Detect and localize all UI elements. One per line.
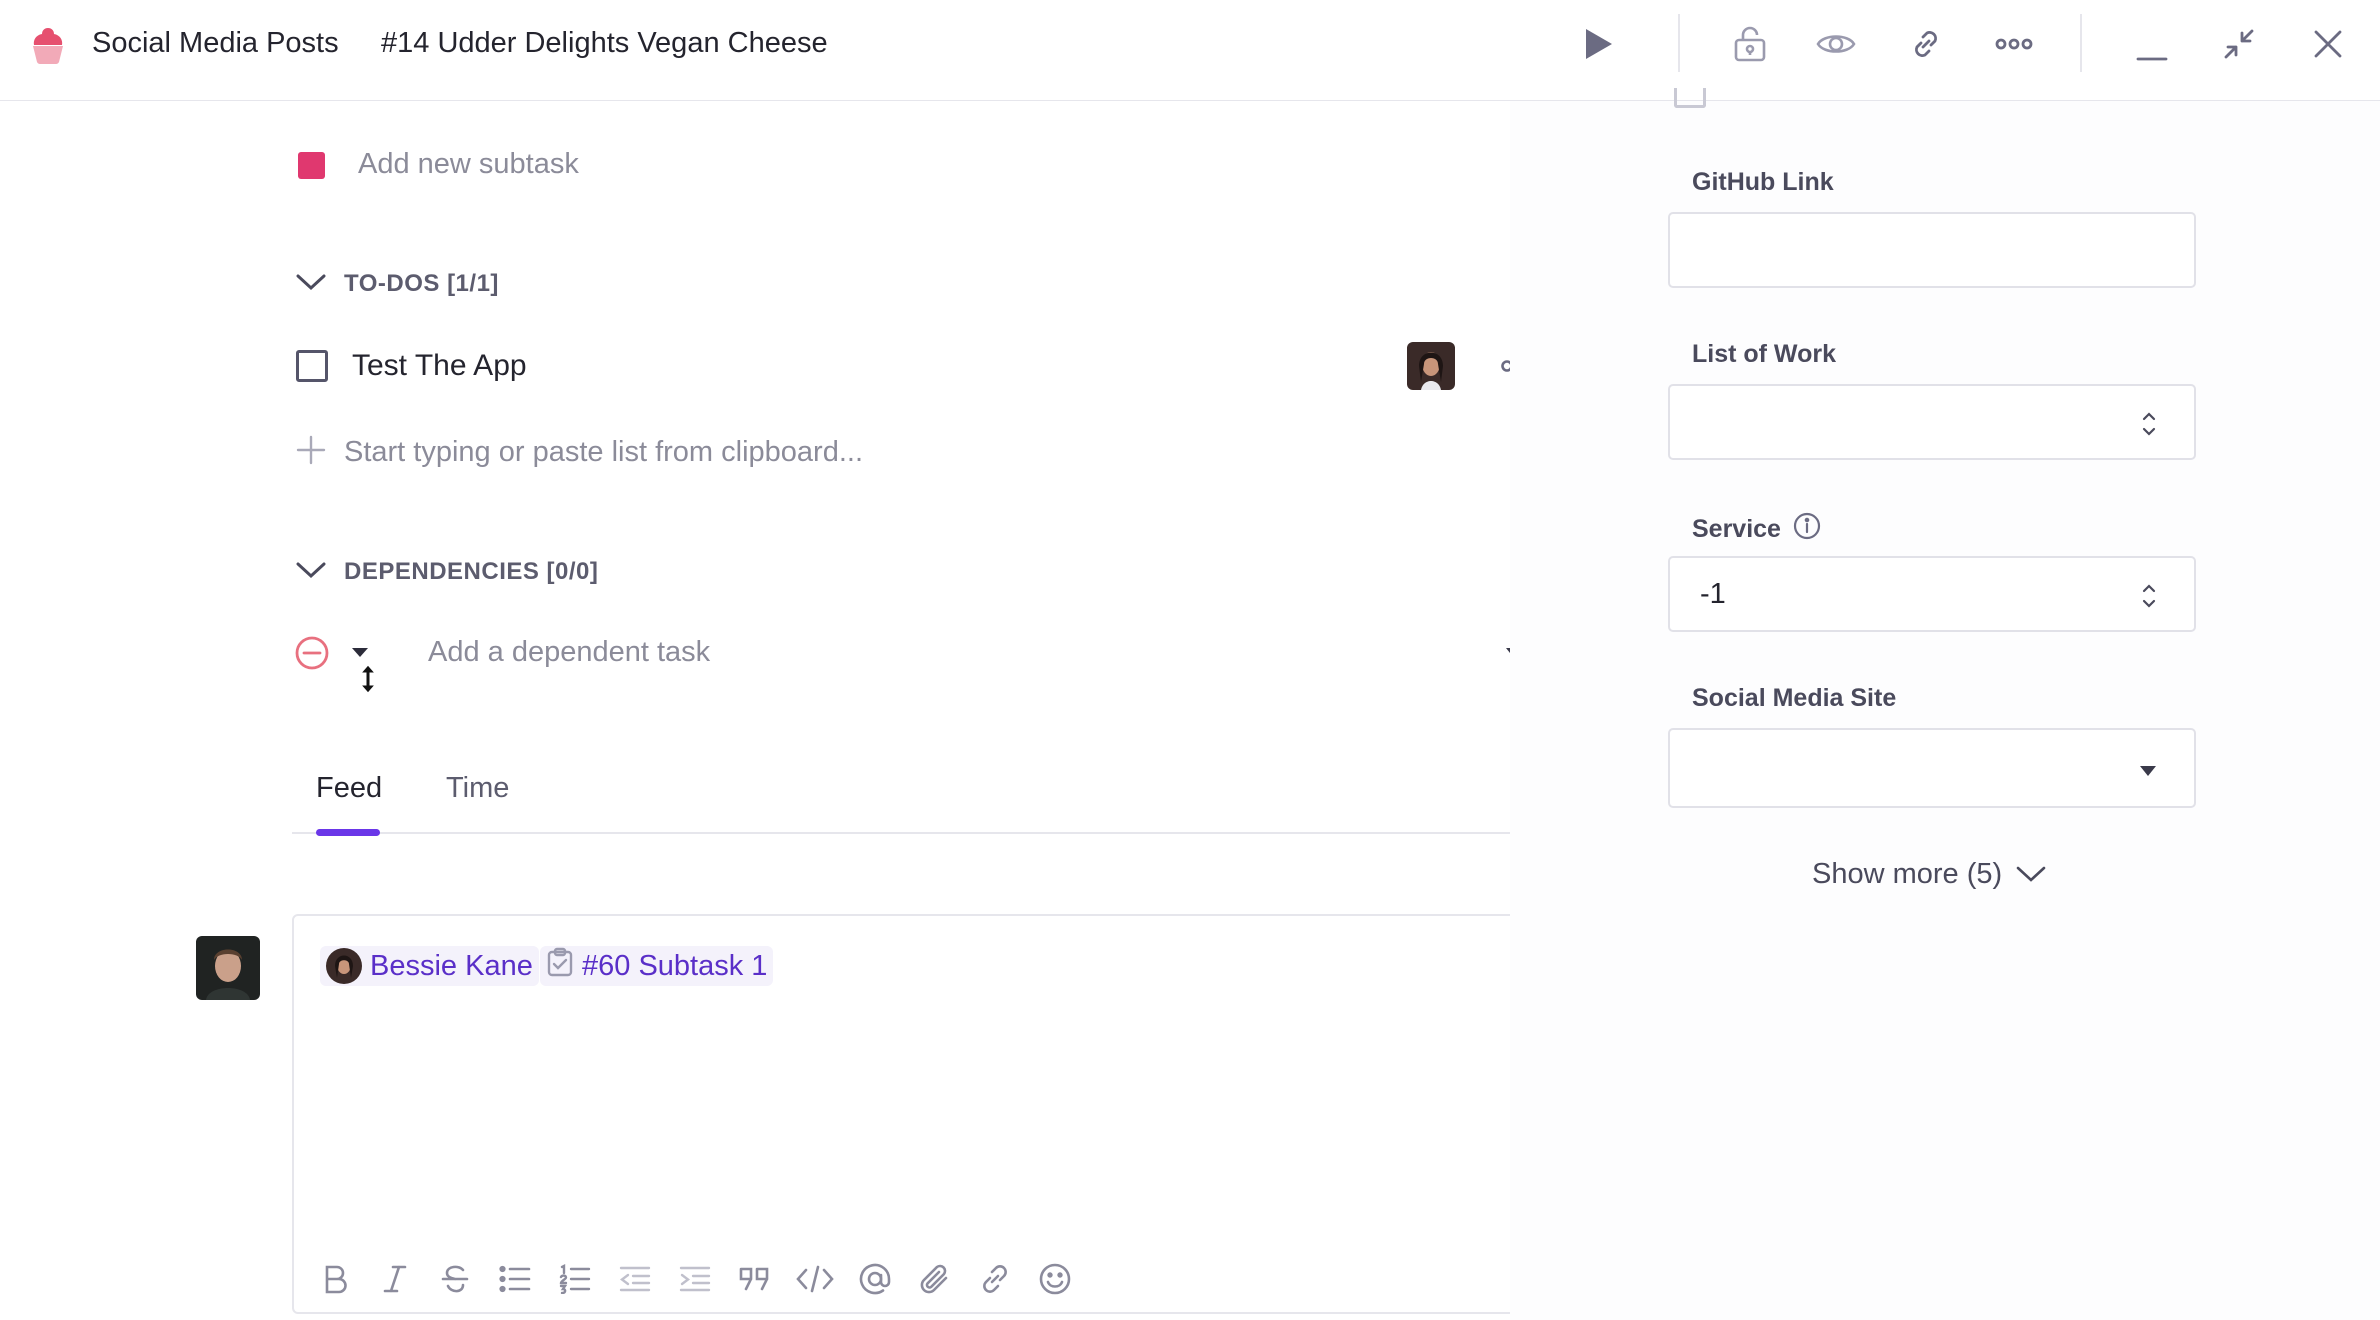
attachment-icon[interactable] xyxy=(916,1260,954,1298)
info-icon[interactable] xyxy=(1793,512,1821,547)
current-user-avatar xyxy=(196,936,260,1000)
todos-section-toggle[interactable]: TO-DOS [1/1] xyxy=(296,270,499,298)
eye-icon[interactable] xyxy=(1812,20,1860,68)
indent-icon[interactable] xyxy=(676,1260,714,1298)
numbered-list-icon[interactable] xyxy=(556,1260,594,1298)
app-logo-icon xyxy=(26,24,70,68)
editor-toolbar xyxy=(316,1260,1074,1298)
dependency-row xyxy=(292,630,1558,710)
mention-icon[interactable] xyxy=(856,1260,894,1298)
outdent-icon[interactable] xyxy=(616,1260,654,1298)
chevron-down-icon xyxy=(2016,858,2046,891)
project-name[interactable]: Social Media Posts xyxy=(92,27,339,60)
plus-icon[interactable] xyxy=(296,435,326,470)
feed-tabs: Feed Time xyxy=(292,768,1556,836)
tab-feed[interactable]: Feed xyxy=(316,772,382,805)
service-input[interactable] xyxy=(1670,558,2194,630)
task-mention[interactable]: #60 Subtask 1 xyxy=(540,946,774,986)
task-header: Social Media Posts #14 Udder Delights Ve… xyxy=(0,0,2380,101)
task-clipboard-icon xyxy=(546,947,574,985)
github-link-label: GitHub Link xyxy=(1692,168,1834,196)
emoji-icon[interactable] xyxy=(1036,1260,1074,1298)
header-divider xyxy=(1678,14,1680,72)
bullet-list-icon[interactable] xyxy=(496,1260,534,1298)
play-icon[interactable] xyxy=(1574,20,1622,68)
code-icon[interactable] xyxy=(796,1260,834,1298)
resize-cursor-icon xyxy=(358,664,378,694)
mention-task-name: #60 Subtask 1 xyxy=(582,949,768,982)
more-icon[interactable] xyxy=(1990,20,2038,68)
lock-icon[interactable] xyxy=(1726,20,1774,68)
user-mention[interactable]: Bessie Kane xyxy=(320,946,539,986)
active-tab-indicator xyxy=(316,829,380,836)
add-todo-input[interactable] xyxy=(344,432,1044,472)
dependent-task-input[interactable] xyxy=(428,632,1328,672)
github-link-input[interactable] xyxy=(1670,214,2194,286)
service-field[interactable] xyxy=(1668,556,2196,632)
todo-text[interactable]: Test The App xyxy=(352,349,527,383)
chevron-down-icon xyxy=(296,273,326,296)
todo-item: Test The App xyxy=(296,342,1558,392)
checkbox-field-partial[interactable] xyxy=(1674,88,1706,108)
chevron-down-icon xyxy=(296,561,326,584)
minimize-icon[interactable] xyxy=(2128,20,2176,68)
subtask-color-marker xyxy=(298,152,325,179)
italic-icon[interactable] xyxy=(376,1260,414,1298)
collapse-icon[interactable] xyxy=(2215,20,2263,68)
add-subtask-input[interactable] xyxy=(358,144,858,184)
insert-link-icon[interactable] xyxy=(976,1260,1014,1298)
mention-avatar xyxy=(326,948,362,984)
task-title[interactable]: #14 Udder Delights Vegan Cheese xyxy=(381,27,828,60)
bold-icon[interactable] xyxy=(316,1260,354,1298)
list-of-work-input[interactable] xyxy=(1670,386,2194,458)
number-spinner-icon[interactable] xyxy=(2140,578,2158,614)
dependencies-header: DEPENDENCIES [0/0] xyxy=(344,558,599,585)
service-label-row: Service xyxy=(1692,512,1821,547)
service-label: Service xyxy=(1692,515,1781,543)
social-media-site-label: Social Media Site xyxy=(1692,684,1897,712)
link-icon[interactable] xyxy=(1902,20,1950,68)
add-todo-row xyxy=(296,432,1044,472)
number-spinner-icon[interactable] xyxy=(2140,406,2158,442)
social-media-site-select[interactable] xyxy=(1668,728,2196,808)
mention-user-name: Bessie Kane xyxy=(370,949,533,982)
list-of-work-label: List of Work xyxy=(1692,340,1836,368)
github-link-field[interactable] xyxy=(1668,212,2196,288)
tab-time[interactable]: Time xyxy=(446,772,509,805)
show-more-label: Show more (5) xyxy=(1812,858,2003,890)
todo-checkbox[interactable] xyxy=(296,350,328,382)
dependency-type-caret-icon[interactable] xyxy=(350,645,370,659)
close-icon[interactable] xyxy=(2304,20,2352,68)
list-of-work-field[interactable] xyxy=(1668,384,2196,460)
dropdown-caret-icon[interactable] xyxy=(2138,764,2158,776)
show-more-button[interactable]: Show more (5) xyxy=(1812,858,2046,891)
assignee-avatar[interactable] xyxy=(1407,342,1455,390)
strikethrough-icon[interactable] xyxy=(436,1260,474,1298)
dependencies-section-toggle[interactable]: DEPENDENCIES [0/0] xyxy=(296,558,598,586)
remove-dependency-icon[interactable] xyxy=(294,635,330,671)
quote-icon[interactable] xyxy=(736,1260,774,1298)
header-divider xyxy=(2080,14,2082,72)
todos-header: TO-DOS [1/1] xyxy=(344,270,499,297)
comment-editor[interactable]: Bessie Kane #60 Subtask 1 xyxy=(292,914,1556,1314)
